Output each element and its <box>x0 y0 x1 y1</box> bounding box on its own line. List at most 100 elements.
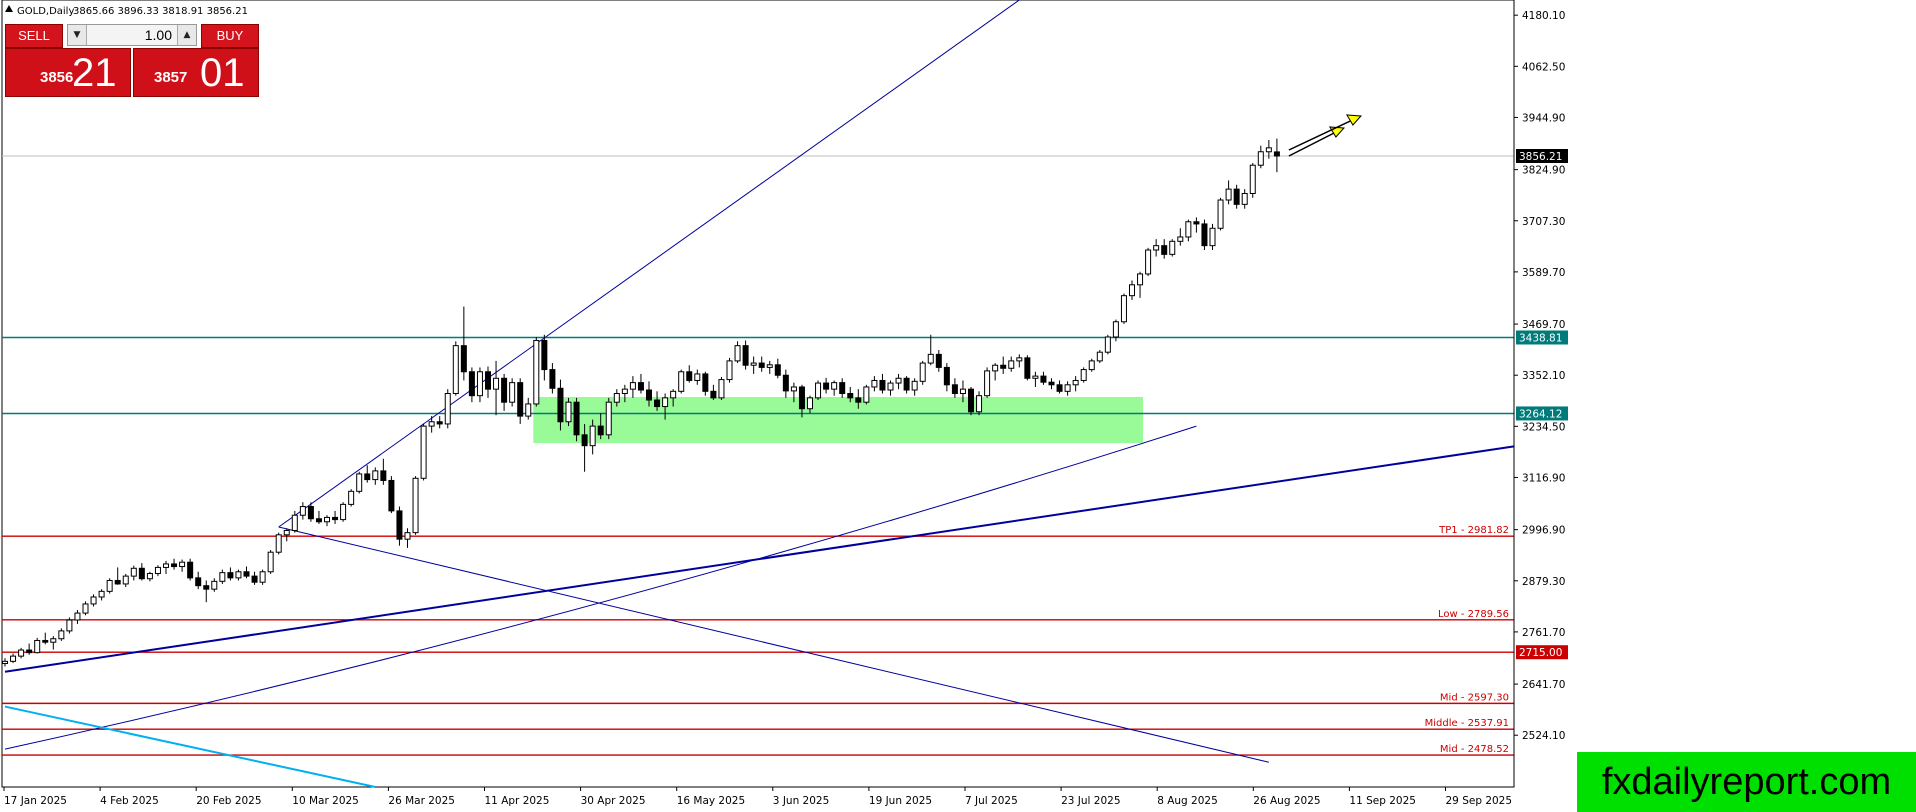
ask-price-pips: 01 <box>200 51 245 95</box>
candle-body <box>235 571 242 579</box>
candle-body <box>251 575 258 583</box>
candle-body <box>807 397 813 410</box>
ohlc-readout: 3865.66 3896.33 3818.91 3856.21 <box>73 6 248 17</box>
candle-body <box>34 639 41 654</box>
candle-body <box>750 362 757 366</box>
candle-body <box>42 639 49 643</box>
time-tick-label: 23 Jul 2025 <box>1061 795 1120 807</box>
candle-body <box>436 421 443 425</box>
candle-body <box>1201 223 1208 247</box>
candle-body <box>686 371 693 381</box>
candle-body <box>879 379 886 391</box>
candle-body <box>1080 369 1087 381</box>
candle-body <box>613 393 620 403</box>
candle-body <box>444 393 451 425</box>
candle-body <box>66 619 73 632</box>
candle-body <box>291 514 298 531</box>
candle-body <box>1064 384 1071 392</box>
candle-body <box>299 506 306 516</box>
candle-body <box>452 345 459 394</box>
candle-body <box>163 563 169 568</box>
candle-body <box>396 510 403 540</box>
candle-body <box>90 596 97 605</box>
sell-price-button[interactable]: 3856 21 <box>5 48 131 97</box>
candle-body <box>984 370 991 397</box>
candle-body <box>911 380 918 391</box>
symbol-label: GOLD,Daily <box>17 6 74 17</box>
candle-body <box>589 425 596 447</box>
candle-body <box>919 362 926 382</box>
time-tick-label: 7 Jul 2025 <box>965 795 1018 807</box>
level-label: Middle - 2537.91 <box>1425 718 1509 729</box>
candle-body <box>476 371 483 397</box>
price-tag-label: 3264.12 <box>1519 408 1562 420</box>
lot-increase-icon[interactable]: ▲ <box>177 25 196 45</box>
price-tick-label: 3469.70 <box>1522 319 1565 331</box>
candle-body <box>662 397 669 408</box>
time-tick-label: 11 Apr 2025 <box>485 795 550 807</box>
candle-body <box>637 382 644 391</box>
candle-body <box>839 382 846 394</box>
candle-body <box>122 575 129 585</box>
candle-body <box>895 377 902 384</box>
candle-body <box>1024 357 1031 379</box>
lot-size-value[interactable]: 1.00 <box>88 25 176 45</box>
candle-body <box>565 401 572 423</box>
time-tick-label: 3 Jun 2025 <box>773 795 829 807</box>
candle-body <box>1048 381 1055 386</box>
level-label: Mid - 2597.30 <box>1440 692 1509 703</box>
candle-body <box>992 364 999 372</box>
price-chart: GOLD,Daily3865.66 3896.33 3818.91 3856.2… <box>1 0 1568 807</box>
candle-body <box>1032 375 1039 379</box>
candle-body <box>1145 249 1152 275</box>
candle-body <box>1225 188 1232 201</box>
candle-body <box>114 579 121 585</box>
sell-button[interactable]: SELL <box>5 24 63 48</box>
candle-body <box>50 638 57 643</box>
one-click-trading-panel: SELL ▼ 1.00 ▲ BUY 3856 21 3857 01 <box>5 24 259 97</box>
price-tag-label: 2715.00 <box>1519 647 1562 659</box>
candle-body <box>388 479 395 512</box>
plot-area <box>1 0 1515 788</box>
candle-body <box>573 401 580 436</box>
price-tick-label: 2761.70 <box>1522 627 1565 639</box>
candle-body <box>1193 221 1200 225</box>
candle-body <box>734 345 741 362</box>
lot-size-field[interactable]: ▼ 1.00 ▲ <box>67 24 197 46</box>
candle-body <box>549 369 556 389</box>
candle-body <box>315 518 322 523</box>
buy-button[interactable]: BUY <box>201 24 259 48</box>
price-tick-label: 3707.30 <box>1522 216 1565 228</box>
time-tick-label: 16 May 2025 <box>677 795 745 807</box>
candle-body <box>74 612 81 621</box>
candle-body <box>670 390 677 399</box>
candle-body <box>1217 199 1224 229</box>
price-tick-label: 4180.10 <box>1522 10 1565 22</box>
buy-price-button[interactable]: 3857 01 <box>133 48 259 97</box>
price-tick-label: 2996.90 <box>1522 525 1565 537</box>
candle-body <box>968 388 974 413</box>
consolidation-zone <box>533 396 1144 444</box>
candle-body <box>82 603 89 614</box>
candle-body <box>356 473 363 492</box>
ask-price-prefix: 3857 <box>154 69 188 86</box>
candle-body <box>1072 379 1079 386</box>
time-tick-label: 11 Sep 2025 <box>1349 795 1416 807</box>
candle-body <box>203 585 210 590</box>
candle-body <box>758 362 765 368</box>
candle-body <box>98 590 105 598</box>
candle-body <box>1104 336 1111 353</box>
price-tick-label: 3944.90 <box>1522 112 1565 124</box>
candle-body <box>259 571 266 583</box>
candle-body <box>26 649 33 654</box>
candle-body <box>823 382 830 390</box>
price-tick-label: 2524.10 <box>1522 730 1565 742</box>
price-tick-label: 3234.50 <box>1522 421 1565 433</box>
candle-body <box>1169 240 1176 255</box>
candle-body <box>485 371 491 390</box>
candle-body <box>2 660 8 665</box>
candle-body <box>903 377 910 391</box>
candle-body <box>1056 384 1063 392</box>
lot-decrease-icon[interactable]: ▼ <box>68 25 87 45</box>
candle-body <box>171 563 178 568</box>
